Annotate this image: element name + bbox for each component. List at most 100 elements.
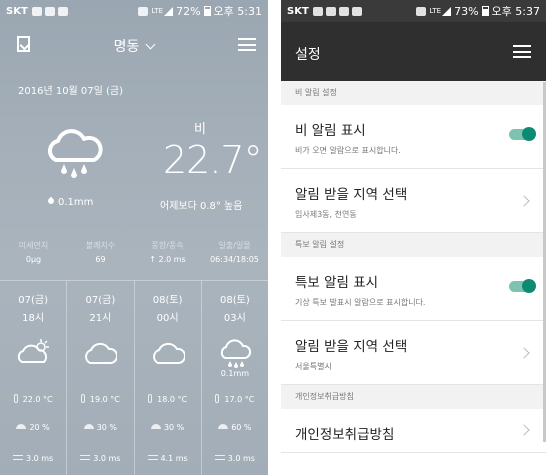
page-title: 설정 [295,47,321,63]
forecast-hour: 03시 [223,313,246,324]
menu-icon[interactable] [513,45,531,58]
lte-label: LTE [151,7,164,15]
umbrella-icon [16,424,27,429]
forecast-pop: 30 % [135,423,201,432]
forecast-wind-value: 4.1 ms [160,454,188,463]
forecast-temp-value: 18.0 °C [157,395,188,404]
section-header-special: 특보 알림 설정 [281,233,546,257]
status-bar: SKT LTE 72% 오후 5:31 [0,0,268,22]
weather-screen: SKT LTE 72% 오후 5:31 명동 2016년 10월 07일 (금) [0,0,268,475]
special-alert-switch[interactable] [509,279,536,293]
hourly-forecast: 07(금) 18시 22.0 °C 20 % 3.0 ms 07(금) 21시 … [0,280,268,475]
app-icon [351,6,362,16]
forecast-precip: 0.1mm [220,369,250,378]
thermometer-icon [80,394,85,403]
forecast-wind: 3.0 ms [0,454,66,463]
thermometer-icon [13,394,18,403]
forecast-column: 08(토) 00시 18.0 °C 30 % 4.1 ms [135,281,202,475]
forecast-pop-value: 30 % [163,423,185,432]
notification-icon [312,6,323,16]
rain-alert-toggle-row[interactable]: 비 알림 표시 비가 오면 알람으로 표시합니다. [281,105,546,169]
stat-label: 일출/일몰 [218,241,251,250]
cloud-icon [67,338,133,368]
chevron-right-icon [518,424,530,436]
forecast-hour: 00시 [156,313,179,324]
forecast-day: 07(금) [85,295,116,306]
status-bar: SKT LTE 73% 오후 5:37 [281,0,546,22]
location-selector[interactable]: 명동 [0,36,268,56]
forecast-wind: 4.1 ms [135,454,201,463]
alarm-icon [416,6,427,16]
section-header-rain: 비 알림 설정 [281,81,546,105]
forecast-wind: 3.0 ms [67,454,133,463]
signal-icon [164,6,174,16]
status-time: 오후 5:31 [213,5,262,18]
forecast-pop: 20 % [0,423,66,432]
rain-alert-title: 비 알림 표시 [295,123,366,139]
forecast-date: 2016년 10월 07일 (금) [18,86,124,97]
partly-cloudy-icon [0,338,66,368]
special-region-title: 알림 받을 지역 선택 [295,339,408,355]
forecast-temp: 19.0 °C [67,394,133,404]
stat-label: 풍향/풍속 [151,241,184,250]
weather-stats: 미세먼지 0μg 불쾌지수 69 풍향/풍속 ↑ 2.0 ms 일출/일몰 06:34/… [0,240,268,275]
rain-region-title: 알림 받을 지역 선택 [295,187,408,203]
wind-icon [80,455,91,460]
weather-description: 비 [194,122,206,137]
alarm-icon [138,6,149,16]
forecast-pop: 60 % [202,423,268,432]
battery-icon [481,6,489,16]
rain-cloud-icon [202,338,268,368]
settings-header: 설정 [281,22,546,81]
temperature-comparison: 어제보다 0.8° 높음 [160,201,243,212]
forecast-wind: 3.0 ms [202,454,268,463]
forecast-wind-value: 3.0 ms [26,454,54,463]
forecast-column: 07(금) 21시 19.0 °C 30 % 3.0 ms [67,281,135,475]
carrier-label: SKT [287,5,309,17]
forecast-temp-value: 19.0 °C [89,395,120,404]
privacy-policy-row[interactable]: 개인정보취급방침 [281,409,546,453]
wind-icon [13,455,23,460]
rain-region-subtitle: 임사제3동, 천연동 [295,210,357,219]
precipitation: 0.1mm [46,196,93,208]
forecast-temp-value: 17.0 °C [224,395,255,404]
battery-percent: 73% [454,4,479,18]
rain-region-row[interactable]: 알림 받을 지역 선택 임사제3동, 천연동 [281,169,546,233]
forecast-temp: 22.0 °C [0,394,66,404]
rain-cloud-icon [44,128,104,184]
special-region-row[interactable]: 알림 받을 지역 선택 서울특별시 [281,321,546,385]
special-alert-toggle-row[interactable]: 특보 알림 표시 기상 특보 발표시 알람으로 표시합니다. [281,257,546,321]
forecast-day: 08(토) [152,295,183,306]
raindrop-icon [46,196,56,206]
settings-screen: SKT LTE 73% 오후 5:37 설정 비 알림 설정 비 알림 표시 비… [281,0,546,475]
chevron-down-icon [145,39,156,50]
menu-icon[interactable] [238,38,256,51]
forecast-column: 07(금) 18시 22.0 °C 20 % 3.0 ms [0,281,68,475]
cloud-icon [135,338,201,368]
forecast-precip [0,369,66,379]
wifi-icon [338,6,349,16]
wind-icon [214,455,225,460]
forecast-day: 07(금) [18,295,48,306]
stat-value: 69 [95,255,106,264]
forecast-wind-value: 3.0 ms [227,454,255,463]
current-temperature: 22.7° [163,138,263,182]
stat-item: 풍향/풍속 ↑ 2.0 ms [134,240,201,275]
gallery-icon [325,6,336,16]
umbrella-icon [83,424,94,429]
battery-percent: 72% [176,4,201,18]
forecast-hour: 18시 [22,313,45,324]
status-time: 오후 5:37 [491,5,540,18]
stat-item: 불쾌지수 69 [67,240,134,275]
app-icon [57,6,68,16]
rain-alert-switch[interactable] [509,127,536,141]
stat-label: 불쾌지수 [85,241,116,250]
stat-value: 0μg [25,255,42,264]
notification-icon [31,6,42,16]
stat-value: 06:34/18:05 [210,255,259,264]
forecast-temp: 17.0 °C [202,394,268,404]
chevron-right-icon [518,347,530,359]
umbrella-icon [150,424,161,429]
umbrella-icon [218,424,229,429]
location-name: 명동 [113,39,140,55]
